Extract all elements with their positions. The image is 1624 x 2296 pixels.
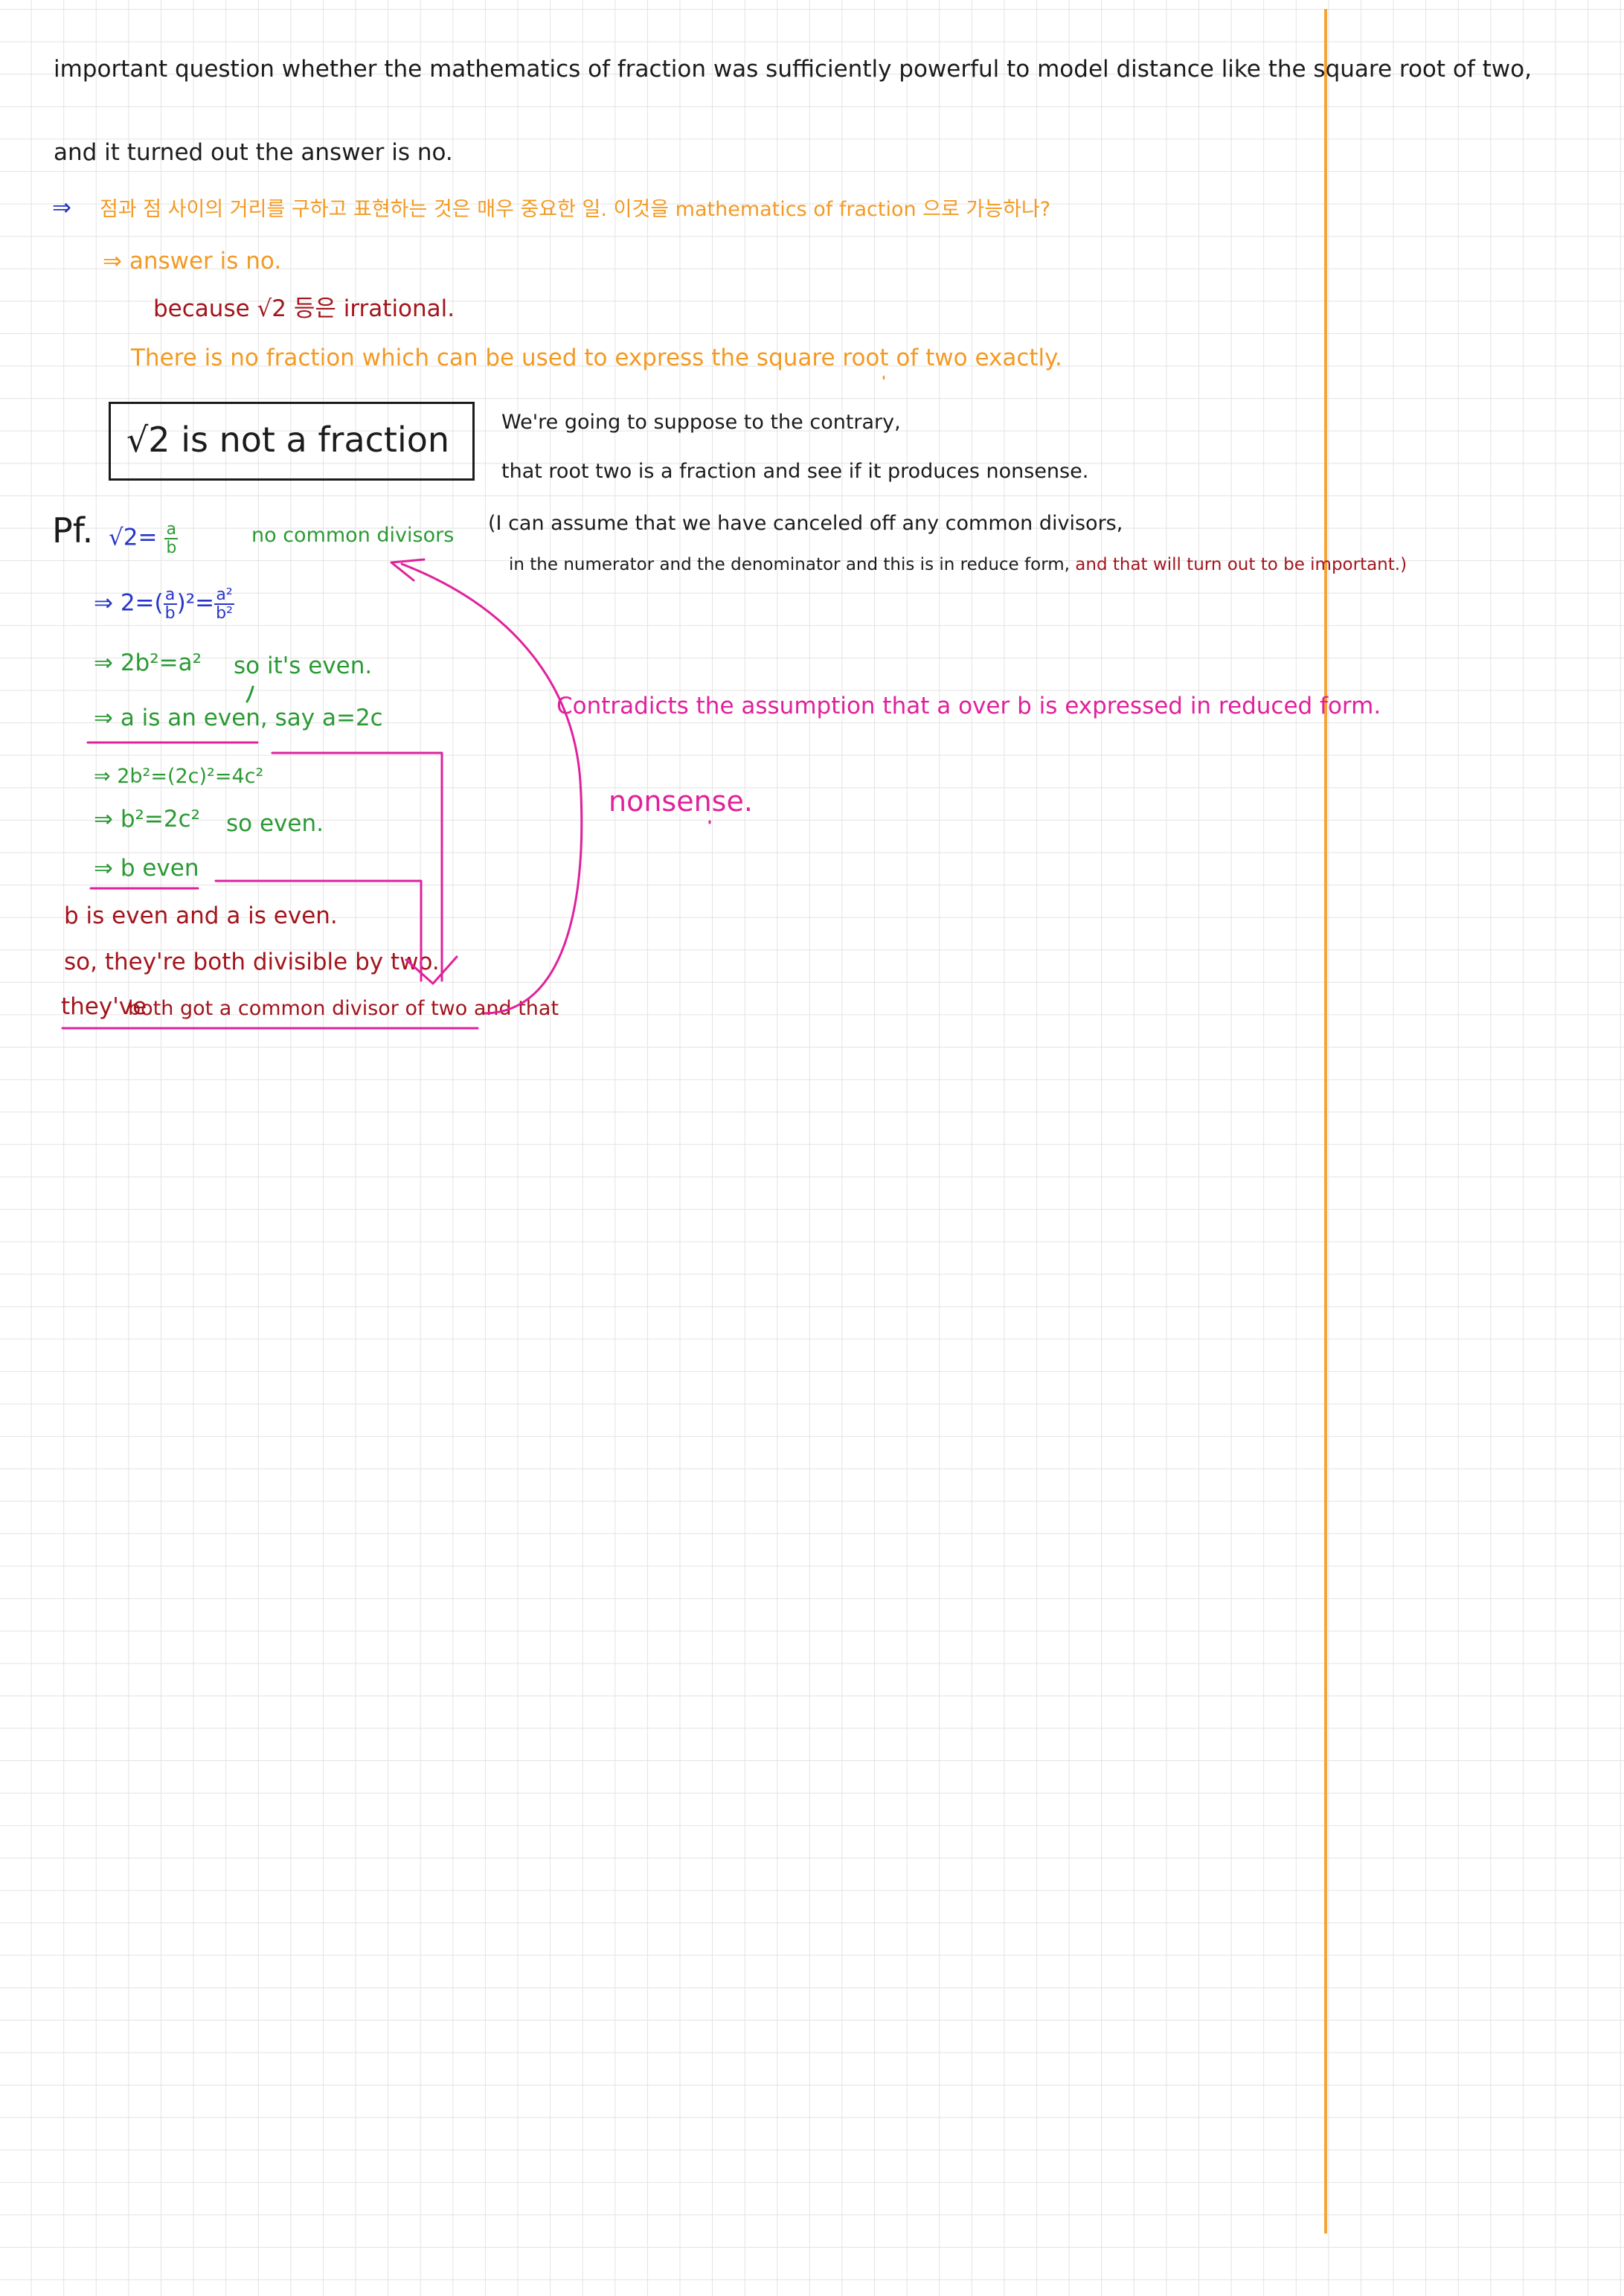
- curved-arrow-to-assumption: [400, 562, 583, 1015]
- annotation-overlay: [61, 375, 885, 1030]
- arrow-b-to-common-divisor: [214, 879, 423, 982]
- arrow-a-to-common-divisor: [271, 751, 443, 982]
- comma-mark: [245, 685, 254, 703]
- curved-arrowhead: [390, 558, 426, 582]
- down-arrowhead: [405, 955, 458, 985]
